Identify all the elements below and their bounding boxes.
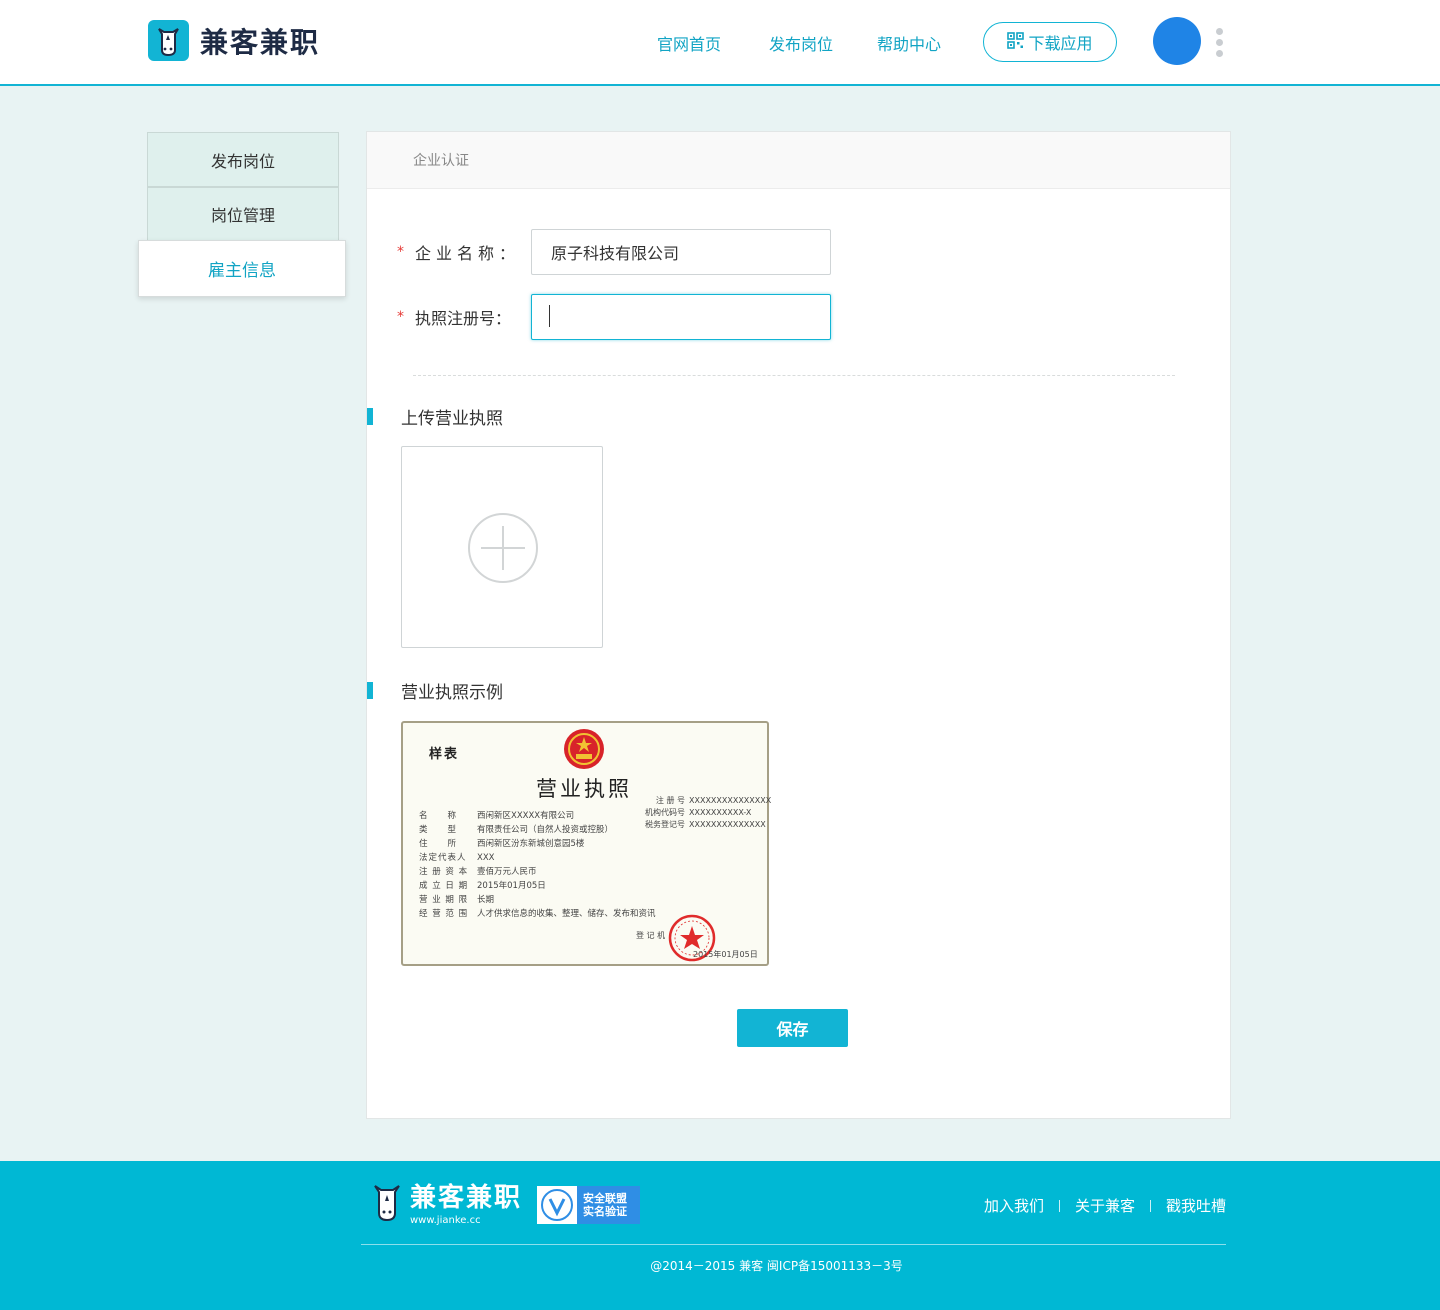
download-app-button[interactable]: 下载应用 xyxy=(983,22,1117,62)
company-name-row: * 企业名称： xyxy=(397,229,831,275)
business-license-sample: 样表 营业执照 注 册 号 XXXXXXXXXXXXXXX 机构代码号 XXXXXX… xyxy=(401,721,772,966)
footer-links: 加入我们 关于兼客 戳我吐槽 xyxy=(984,1195,1226,1216)
license-date: 2015年01月05日 xyxy=(693,950,758,959)
more-menu-icon[interactable] xyxy=(1214,28,1224,60)
footer-brand-name: 兼客兼职 xyxy=(410,1183,523,1213)
license-registrar: 登 记 机 xyxy=(636,931,666,940)
panel-title: 企业认证 xyxy=(367,132,1230,189)
license-upload-box[interactable] xyxy=(401,446,603,648)
required-mark: * xyxy=(397,244,404,260)
footer-divider xyxy=(361,1244,1226,1245)
sample-section-title: 营业执照示例 xyxy=(367,678,503,703)
license-details: 名 称西闲新区XXXXX有限公司 类 型有限责任公司（自然人投资或控股） 住 所… xyxy=(419,811,656,919)
rhino-logo-icon xyxy=(148,20,189,61)
text-caret xyxy=(549,305,550,327)
footer: 兼客兼职 www.jianke.cc 安全联盟 实名验证 加入我们 关于兼客 戳… xyxy=(0,1161,1440,1310)
plus-icon xyxy=(468,513,538,583)
brand-logo[interactable]: 兼客兼职 xyxy=(148,20,320,61)
footer-brand: 兼客兼职 www.jianke.cc xyxy=(372,1183,522,1227)
top-header: 兼客兼职 官网首页 发布岗位 帮助中心 下载应用 xyxy=(0,0,1440,86)
badge-line2: 实名验证 xyxy=(583,1205,627,1218)
footer-link-about[interactable]: 关于兼客 xyxy=(1075,1195,1135,1216)
company-name-label: 企业名称： xyxy=(415,244,521,263)
user-avatar[interactable] xyxy=(1153,17,1201,65)
nav-help-center[interactable]: 帮助中心 xyxy=(877,31,941,55)
license-number-row: * 执照注册号： xyxy=(397,294,831,340)
verify-v-icon xyxy=(537,1186,577,1224)
rhino-logo-icon xyxy=(374,1185,400,1222)
license-number-input[interactable] xyxy=(531,294,831,340)
qrcode-icon xyxy=(1007,31,1025,53)
download-app-label: 下载应用 xyxy=(1028,34,1093,53)
security-badge[interactable]: 安全联盟 实名验证 xyxy=(537,1186,640,1224)
sample-section-label: 营业执照示例 xyxy=(401,683,503,703)
footer-brand-url: www.jianke.cc xyxy=(410,1215,481,1226)
national-emblem-icon xyxy=(564,729,604,769)
license-number-label: 执照注册号： xyxy=(415,309,512,328)
license-sample-mark: 样表 xyxy=(429,747,460,762)
upload-section-title: 上传营业执照 xyxy=(367,404,503,429)
save-button[interactable]: 保存 xyxy=(737,1009,848,1047)
footer-link-join-us[interactable]: 加入我们 xyxy=(984,1195,1044,1216)
nav-post-job[interactable]: 发布岗位 xyxy=(769,31,833,55)
company-name-input[interactable] xyxy=(531,229,831,275)
brand-name: 兼客兼职 xyxy=(200,25,321,59)
upload-section-label: 上传营业执照 xyxy=(401,409,503,429)
footer-copyright: @2014－2015 兼客 闽ICP备15001133－3号 xyxy=(650,1259,903,1273)
sidebar-item-employer-info[interactable]: 雇主信息 xyxy=(138,240,346,297)
sidebar-item-post-job[interactable]: 发布岗位 xyxy=(147,132,339,187)
required-mark: * xyxy=(397,309,404,325)
footer-link-feedback[interactable]: 戳我吐槽 xyxy=(1166,1195,1226,1216)
enterprise-auth-panel: 企业认证 * 企业名称： * 执照注册号： 上传营业执照 营业执照示例 样表 xyxy=(366,131,1231,1119)
license-codes: 注 册 号 XXXXXXXXXXXXXXX 机构代码号 XXXXXXXXXX-X 税… xyxy=(645,796,772,829)
license-title: 营业执照 xyxy=(536,777,632,801)
sidebar-item-job-management[interactable]: 岗位管理 xyxy=(147,187,339,241)
divider xyxy=(413,375,1175,376)
badge-line1: 安全联盟 xyxy=(583,1192,627,1205)
nav-home[interactable]: 官网首页 xyxy=(657,31,721,55)
